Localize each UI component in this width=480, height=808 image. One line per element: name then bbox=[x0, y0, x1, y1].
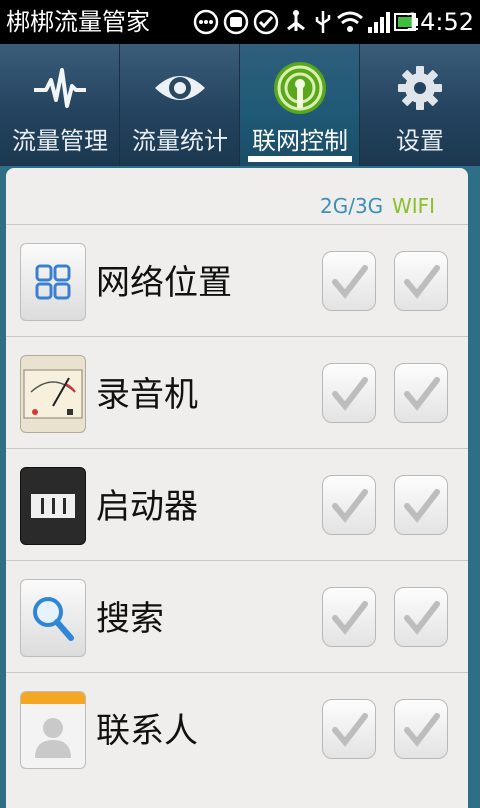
app-title: 梆梆流量管家 bbox=[6, 8, 150, 36]
checkmark-icon bbox=[404, 713, 440, 747]
column-header-mobile: 2G/3G bbox=[320, 194, 384, 218]
tab-traffic-management[interactable]: 流量管理 bbox=[0, 44, 120, 166]
check-circle-icon bbox=[253, 9, 279, 35]
launcher-icon bbox=[20, 467, 86, 545]
signal-icon bbox=[368, 12, 390, 33]
vu-meter-icon bbox=[20, 355, 86, 433]
app-label: 启动器 bbox=[96, 487, 198, 527]
tab-label: 流量管理 bbox=[12, 127, 108, 155]
bbm-icon bbox=[223, 9, 249, 35]
tab-settings[interactable]: 设置 bbox=[360, 44, 480, 166]
tab-label: 联网控制 bbox=[252, 127, 348, 155]
status-bar: 梆梆流量管家 14:52 bbox=[0, 0, 480, 44]
tab-network-control[interactable]: 联网控制 bbox=[240, 44, 360, 166]
wifi-checkbox[interactable] bbox=[394, 587, 448, 647]
grid-icon bbox=[20, 243, 86, 321]
list-item: 启动器 bbox=[6, 448, 468, 561]
active-tab-indicator bbox=[248, 156, 352, 162]
list-item: 联系人 bbox=[6, 672, 468, 785]
tab-traffic-stats[interactable]: 流量统计 bbox=[120, 44, 240, 166]
mobile-checkbox[interactable] bbox=[322, 251, 376, 311]
mobile-checkbox[interactable] bbox=[322, 475, 376, 535]
wifi-checkbox[interactable] bbox=[394, 475, 448, 535]
app-list-panel: 2G/3G WIFI 网络位置 录音机 启动器 搜索 联系人 bbox=[6, 168, 468, 808]
clock: 14:52 bbox=[404, 8, 474, 36]
checkmark-icon bbox=[332, 713, 368, 747]
checkmark-icon bbox=[332, 489, 368, 523]
checkmark-icon bbox=[332, 377, 368, 411]
list-item: 录音机 bbox=[6, 336, 468, 449]
checkmark-icon bbox=[404, 265, 440, 299]
usb-icon bbox=[287, 10, 305, 31]
column-header-wifi: WIFI bbox=[392, 194, 436, 218]
search-icon bbox=[20, 579, 86, 657]
mobile-checkbox[interactable] bbox=[322, 699, 376, 759]
contacts-icon bbox=[20, 691, 86, 769]
app-label: 联系人 bbox=[96, 711, 198, 751]
tab-label: 设置 bbox=[396, 127, 444, 155]
list-item: 网络位置 bbox=[6, 224, 468, 337]
wifi-icon bbox=[337, 11, 363, 32]
app-label: 搜索 bbox=[96, 599, 164, 639]
pulse-icon bbox=[33, 68, 86, 108]
antenna-icon bbox=[273, 62, 326, 114]
mobile-checkbox[interactable] bbox=[322, 363, 376, 423]
wifi-checkbox[interactable] bbox=[394, 363, 448, 423]
list-item: 搜索 bbox=[6, 560, 468, 673]
eye-icon bbox=[154, 76, 205, 100]
wifi-checkbox[interactable] bbox=[394, 251, 448, 311]
app-label: 网络位置 bbox=[96, 263, 232, 303]
checkmark-icon bbox=[404, 489, 440, 523]
usb-debug-icon bbox=[315, 11, 331, 33]
record-icon bbox=[193, 9, 219, 35]
tab-label: 流量统计 bbox=[132, 127, 228, 155]
gear-icon bbox=[398, 66, 442, 110]
checkmark-icon bbox=[404, 601, 440, 635]
checkmark-icon bbox=[332, 601, 368, 635]
checkmark-icon bbox=[332, 265, 368, 299]
checkmark-icon bbox=[404, 377, 440, 411]
mobile-checkbox[interactable] bbox=[322, 587, 376, 647]
tab-bar: 流量管理 流量统计 联网控制 设置 bbox=[0, 44, 480, 166]
wifi-checkbox[interactable] bbox=[394, 699, 448, 759]
app-label: 录音机 bbox=[96, 375, 198, 415]
